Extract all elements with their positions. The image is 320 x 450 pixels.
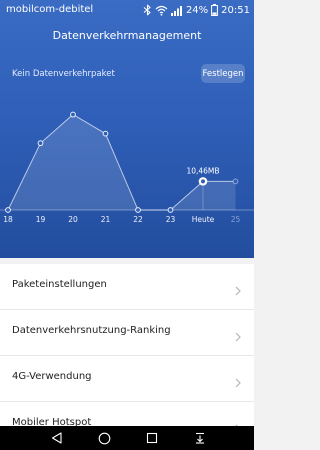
list-item-label: 4G-Verwendung xyxy=(12,371,92,382)
chart-point xyxy=(37,140,44,147)
status-bar: mobilcom-debitel 24% 20:51 xyxy=(0,0,254,20)
chart-x-tick-label: 20 xyxy=(68,215,78,224)
screen: mobilcom-debitel 24% 20:51 Datenverkehrm… xyxy=(0,0,254,450)
chart-point xyxy=(70,111,76,118)
back-icon[interactable] xyxy=(48,429,66,447)
chevron-right-icon xyxy=(235,327,241,346)
usage-chart: 10,46MB 18 19 20 21 22 23 Heute 25 xyxy=(0,111,254,224)
chart-x-tick-label: 19 xyxy=(36,215,46,224)
chart-x-tick-label: 22 xyxy=(133,215,143,224)
chart-x-tick-label: 23 xyxy=(166,215,176,224)
carrier-name: mobilcom-debitel xyxy=(6,4,94,15)
settings-list: Paketeinstellungen Datenverkehrsnutzung-… xyxy=(0,264,254,426)
list-item-package-settings[interactable]: Paketeinstellungen xyxy=(0,264,254,310)
chart-x-tick-label: Heute xyxy=(192,215,215,224)
package-status-text: Kein Datenverkehrpaket xyxy=(12,69,115,79)
chart-area-fill xyxy=(8,114,236,210)
home-icon[interactable] xyxy=(95,429,113,447)
clock: 20:51 xyxy=(221,4,250,16)
navigation-bar xyxy=(0,426,254,450)
chart-x-tick-label: 18 xyxy=(3,215,13,224)
chevron-right-icon xyxy=(235,281,241,300)
recents-icon[interactable] xyxy=(143,429,161,447)
header-panel: mobilcom-debitel 24% 20:51 Datenverkehrm… xyxy=(0,0,254,258)
battery-percent: 24% xyxy=(185,4,209,16)
page-title: Datenverkehrmanagement xyxy=(52,29,202,42)
chart-point xyxy=(135,207,141,213)
wifi-icon xyxy=(155,5,168,16)
signal-icon xyxy=(170,5,183,16)
chart-x-tick-label: 21 xyxy=(101,215,111,224)
chevron-right-icon xyxy=(235,419,241,426)
list-item-label: Datenverkehrsnutzung-Ranking xyxy=(12,325,171,336)
chevron-right-icon xyxy=(235,373,241,392)
bluetooth-icon xyxy=(143,4,152,16)
battery-icon xyxy=(211,4,219,16)
chart-point xyxy=(232,178,239,185)
list-item-mobile-hotspot[interactable]: Mobiler Hotspot xyxy=(0,402,254,426)
list-item-label: Paketeinstellungen xyxy=(12,279,107,290)
chart-point-highlight-core xyxy=(201,179,205,184)
set-package-button[interactable]: Festlegen xyxy=(201,64,245,83)
chart-x-tick-label: 25 xyxy=(231,215,241,224)
list-item-4g-usage[interactable]: 4G-Verwendung xyxy=(0,356,254,402)
chart-point xyxy=(102,130,109,137)
list-item-usage-ranking[interactable]: Datenverkehrsnutzung-Ranking xyxy=(0,310,254,356)
notifications-icon[interactable] xyxy=(191,429,209,447)
chart-point xyxy=(167,207,174,213)
chart-data-label: 10,46MB xyxy=(186,166,219,175)
status-icons: 24% 20:51 xyxy=(143,2,250,18)
chart-point xyxy=(5,207,11,213)
list-item-label: Mobiler Hotspot xyxy=(12,417,92,426)
